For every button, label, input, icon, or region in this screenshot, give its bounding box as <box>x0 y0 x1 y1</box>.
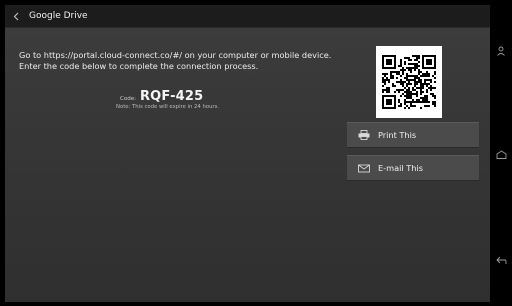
expiry-note: Note: This code will expire in 24 hours. <box>116 104 220 110</box>
code-display: Code: RQF-425 <box>120 89 203 104</box>
system-nav-bar <box>490 0 512 306</box>
code-label: Code: <box>120 96 136 102</box>
email-button[interactable]: E-mail This <box>347 155 479 181</box>
app-title: Google Drive <box>29 11 88 21</box>
title-bar: Google Drive <box>5 5 490 28</box>
qr-code <box>376 46 442 118</box>
code-value: RQF-425 <box>139 89 204 104</box>
instruction-line-1: Go to https://portal.cloud-connect.co/#/… <box>19 50 332 60</box>
app-screen: Google Drive Go to https://portal.cloud-… <box>5 5 490 302</box>
printer-icon <box>358 130 370 140</box>
home-icon[interactable] <box>490 143 512 165</box>
instructions: Go to https://portal.cloud-connect.co/#/… <box>19 50 349 71</box>
envelope-icon <box>358 163 370 173</box>
instruction-line-2: Enter the code below to complete the con… <box>19 60 259 71</box>
chevron-left-icon[interactable] <box>5 5 27 27</box>
print-button-label: Print This <box>378 130 417 140</box>
email-button-label: E-mail This <box>378 163 424 173</box>
person-icon[interactable] <box>490 40 512 62</box>
print-button[interactable]: Print This <box>347 122 479 148</box>
back-arrow-icon[interactable] <box>490 249 512 271</box>
